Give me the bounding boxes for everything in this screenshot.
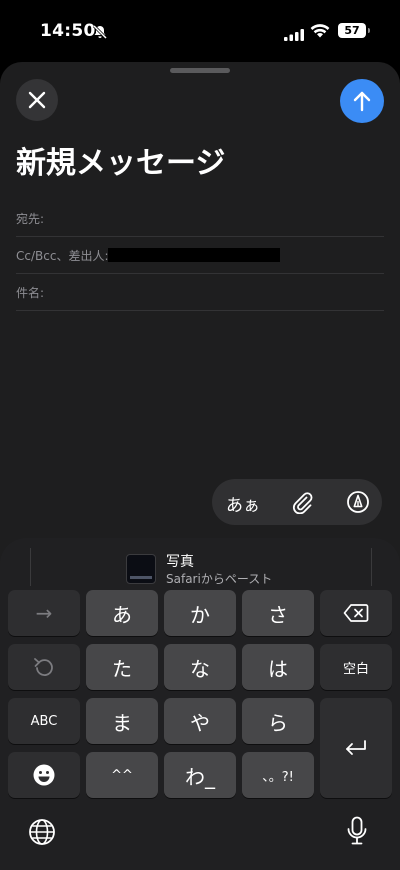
key-na[interactable]: な	[164, 644, 236, 690]
suggestion-title: 写真	[166, 554, 194, 570]
status-bar: 14:50 57	[0, 0, 400, 62]
emoji-key[interactable]	[8, 752, 80, 798]
markup-pen-icon[interactable]	[346, 490, 370, 518]
globe-icon[interactable]	[28, 818, 56, 850]
key-a[interactable]: あ	[86, 590, 158, 636]
to-label: 宛先:	[16, 212, 45, 226]
battery-indicator: 57	[338, 23, 366, 38]
cellular-signal-icon	[284, 26, 304, 45]
photo-thumbnail	[126, 554, 156, 584]
silent-bell-icon	[92, 24, 108, 44]
redacted-sender-address	[108, 248, 280, 262]
delete-key[interactable]	[320, 590, 392, 636]
undo-icon	[34, 658, 53, 676]
next-candidate-key[interactable]: →	[8, 590, 80, 636]
key-sa[interactable]: さ	[242, 590, 314, 636]
key-punctuation[interactable]: 、。?!	[242, 752, 314, 798]
arrow-up-icon	[353, 91, 371, 112]
backspace-icon	[343, 604, 369, 622]
abc-key[interactable]: ABC	[8, 698, 80, 744]
return-icon	[346, 740, 366, 755]
key-ra[interactable]: ら	[242, 698, 314, 744]
wifi-icon	[310, 23, 330, 42]
paste-suggestion[interactable]: 写真 Safariからペースト	[30, 548, 372, 586]
send-button[interactable]	[340, 79, 384, 123]
suggestion-subtitle: Safariからペースト	[166, 572, 273, 586]
close-icon	[28, 91, 46, 109]
close-button[interactable]	[16, 79, 58, 121]
key-ma[interactable]: ま	[86, 698, 158, 744]
subject-field[interactable]: 件名:	[16, 273, 384, 311]
emoji-icon	[33, 764, 55, 786]
paperclip-icon[interactable]	[290, 490, 314, 518]
battery-nub	[368, 28, 370, 33]
cc-bcc-from-field[interactable]: Cc/Bcc、差出人:	[16, 236, 384, 274]
key-ka[interactable]: か	[164, 590, 236, 636]
undo-key[interactable]	[8, 644, 80, 690]
sheet-grabber[interactable]	[170, 68, 230, 73]
key-ta[interactable]: た	[86, 644, 158, 690]
subject-label: 件名:	[16, 286, 45, 300]
return-key[interactable]	[320, 698, 392, 798]
cc-bcc-from-label: Cc/Bcc、差出人:	[16, 249, 109, 263]
format-toolbar: あぁ	[212, 479, 382, 525]
text-format-button[interactable]: あぁ	[226, 491, 260, 516]
space-key[interactable]: 空白	[320, 644, 392, 690]
key-dakuten[interactable]: ^^	[86, 752, 158, 798]
japanese-kana-keyboard: 写真 Safariからペースト → あ か さ た な は 空白 ABC ま や…	[0, 538, 400, 870]
microphone-icon[interactable]	[346, 816, 368, 850]
status-time: 14:50	[40, 21, 96, 41]
page-title: 新規メッセージ	[16, 146, 226, 181]
to-field[interactable]: 宛先:	[16, 199, 384, 237]
key-wa[interactable]: わ_	[164, 752, 236, 798]
key-ya[interactable]: や	[164, 698, 236, 744]
key-ha[interactable]: は	[242, 644, 314, 690]
